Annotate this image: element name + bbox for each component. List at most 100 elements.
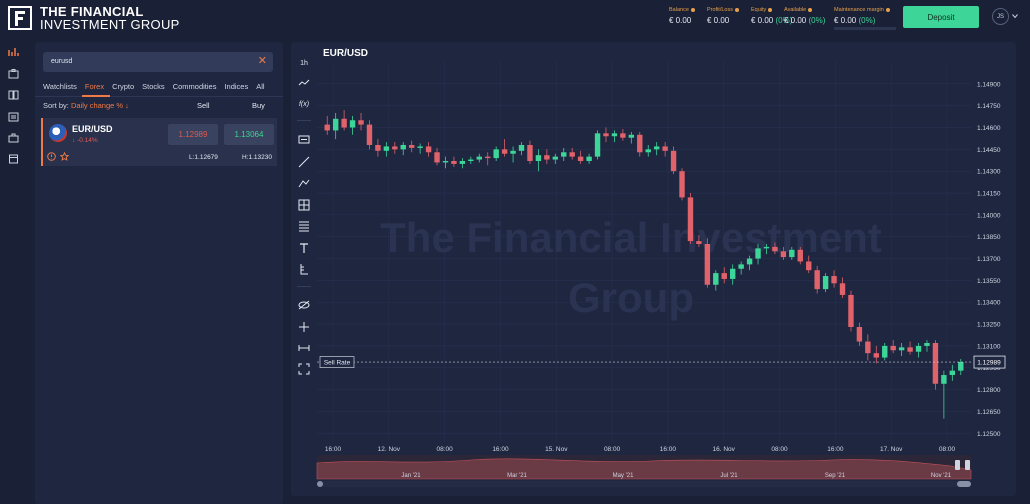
x-tick-label: 08:00: [436, 446, 453, 453]
candle-body: [324, 124, 330, 131]
candle-body: [451, 161, 457, 164]
candle-body: [949, 370, 956, 376]
y-tick-label: 1.12500: [977, 431, 1001, 438]
tab-all[interactable]: All: [252, 82, 268, 94]
book-icon[interactable]: [8, 90, 19, 100]
info-icon[interactable]: [690, 8, 695, 12]
market-tabs: Watchlists Forex Crypto Stocks Commoditi…: [39, 82, 283, 94]
list-item[interactable]: EUR/USD ↓ -0.14% 1.12989 1.13064 L:1.126…: [41, 118, 277, 166]
candle-body: [822, 276, 829, 290]
candle-body: [518, 144, 525, 151]
navigator-handle-left[interactable]: [955, 460, 960, 470]
close-icon[interactable]: ✕: [258, 56, 267, 67]
candle-body: [645, 149, 651, 153]
candle-body: [932, 342, 939, 384]
search-value[interactable]: eurusd: [51, 58, 72, 65]
candle-body: [544, 155, 550, 160]
scroll-left-icon[interactable]: [317, 481, 323, 487]
briefcase-icon[interactable]: [8, 133, 19, 143]
tab-crypto[interactable]: Crypto: [108, 82, 138, 94]
candle-body: [510, 150, 516, 154]
candle-body: [586, 156, 592, 162]
top-bar: THE FINANCIAL INVESTMENT GROUP Balance €…: [0, 0, 1030, 36]
chart-icon[interactable]: [8, 47, 19, 57]
daily-change: ↓ -0.14%: [72, 137, 98, 144]
navigator-scrollbar[interactable]: [317, 481, 971, 487]
candles: [324, 110, 964, 419]
deposit-button[interactable]: Deposit: [903, 6, 979, 28]
arrow-down-icon[interactable]: ↓: [125, 101, 129, 110]
x-tick-label: 16:00: [325, 446, 342, 453]
navigator-handle-right[interactable]: [965, 460, 970, 470]
available-label: Available: [784, 7, 807, 13]
candle-body: [763, 246, 770, 249]
candle-body: [527, 144, 533, 162]
tab-forex[interactable]: Forex: [81, 82, 108, 94]
tab-watchlists[interactable]: Watchlists: [39, 82, 81, 94]
info-icon[interactable]: [768, 8, 773, 12]
navigator-month-label: Jul '21: [720, 473, 738, 479]
info-icon[interactable]: [734, 8, 739, 12]
tab-indices[interactable]: Indices: [220, 82, 252, 94]
candle-body: [637, 134, 643, 153]
scrollbar-thumb[interactable]: [957, 481, 971, 487]
watchlist-panel: eurusd ✕ Watchlists Forex Crypto Stocks …: [35, 42, 283, 504]
tab-stocks[interactable]: Stocks: [138, 82, 169, 94]
candle-body: [789, 249, 795, 258]
document-icon[interactable]: [8, 154, 19, 164]
candle-body: [814, 270, 820, 290]
star-icon[interactable]: [60, 152, 69, 161]
info-icon[interactable]: [47, 152, 56, 161]
search-input[interactable]: eurusd ✕: [43, 52, 273, 72]
navigator-month-label: Jan '21: [401, 473, 421, 479]
x-tick-label: 17. Nov: [880, 446, 903, 453]
candle-body: [882, 345, 888, 358]
candle-body: [729, 268, 736, 279]
x-tick-label: 08:00: [604, 446, 621, 453]
brand-name: THE FINANCIAL INVESTMENT GROUP: [40, 5, 180, 31]
sell-rate-label: Sell Rate: [324, 359, 351, 366]
candle-body: [772, 246, 778, 252]
wallet-icon[interactable]: [8, 69, 19, 79]
candle-body: [687, 197, 694, 242]
pair-name: EUR/USD: [72, 124, 113, 134]
info-icon[interactable]: [808, 8, 813, 12]
y-tick-label: 1.13850: [977, 234, 1001, 241]
sort-control[interactable]: Sort by: Daily change % ↓: [43, 101, 129, 110]
candle-body: [958, 361, 964, 371]
candle-body: [890, 345, 896, 351]
balance-label: Balance: [669, 7, 689, 13]
chevron-down-icon[interactable]: [1012, 13, 1018, 19]
x-tick-label: 16:00: [660, 446, 677, 453]
candlestick-chart[interactable]: The Financial Investment Group 1.149001.…: [291, 42, 1016, 496]
equity-value: € 0.00: [751, 16, 774, 25]
y-tick-label: 1.13100: [977, 343, 1001, 350]
y-tick-label: 1.12650: [977, 409, 1001, 416]
candle-body: [485, 156, 491, 159]
navigator-month-label: Mar '21: [507, 473, 527, 479]
avatar[interactable]: JS: [992, 8, 1009, 25]
candle-body: [831, 276, 837, 284]
candle-body: [459, 161, 466, 164]
x-tick-label: 08:00: [939, 446, 956, 453]
x-tick-label: 12. Nov: [378, 446, 401, 453]
logo-icon[interactable]: [8, 6, 32, 30]
watermark-line1: The Financial Investment: [380, 214, 882, 261]
y-tick-label: 1.14600: [977, 125, 1001, 132]
buy-button[interactable]: 1.13064: [224, 124, 274, 145]
candle-body: [848, 294, 854, 327]
sell-button[interactable]: 1.12989: [168, 124, 218, 145]
candle-body: [332, 118, 339, 131]
candle-body: [704, 243, 711, 285]
navigator-month-label: May '21: [613, 473, 634, 479]
candle-body: [366, 124, 373, 145]
navigator-month-label: Sep '21: [825, 473, 846, 479]
y-tick-label: 1.14150: [977, 191, 1001, 198]
candle-body: [577, 156, 584, 162]
candle-body: [721, 273, 727, 279]
sort-value[interactable]: Daily change %: [71, 101, 123, 110]
news-icon[interactable]: [8, 112, 19, 122]
info-icon[interactable]: [885, 8, 890, 12]
y-tick-label: 1.14750: [977, 103, 1001, 110]
tab-commodities[interactable]: Commodities: [169, 82, 221, 94]
